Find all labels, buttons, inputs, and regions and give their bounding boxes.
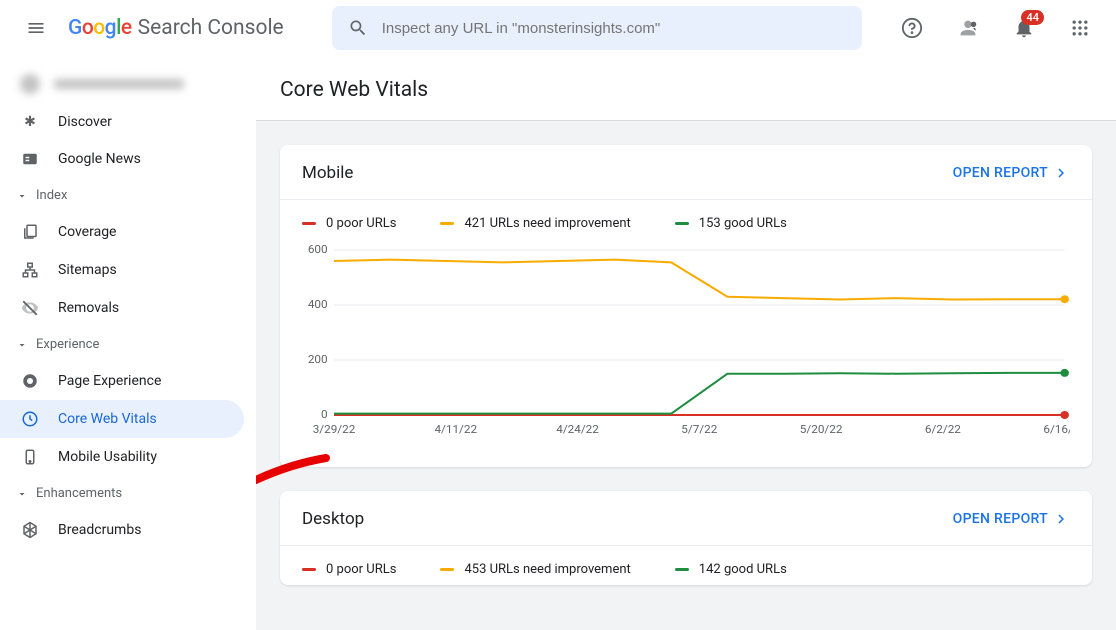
svg-text:5/20/22: 5/20/22	[800, 422, 843, 436]
mobile-chart: 0 200 400 600 3/29/22 4/11/22 4/24/22 5/7/22 5/2…	[280, 239, 1092, 467]
sidebar-label: Breadcrumbs	[58, 522, 141, 538]
page-title: Core Web Vitals	[256, 56, 1116, 121]
core-web-vitals-icon	[20, 410, 40, 428]
sidebar-item-page-experience[interactable]: Page Experience	[0, 362, 244, 400]
open-report-label: OPEN REPORT	[953, 511, 1048, 527]
mobile-card-title: Mobile	[302, 163, 353, 183]
legend-good: 153 good URLs	[675, 216, 787, 231]
sidebar-item-core-web-vitals[interactable]: Core Web Vitals	[0, 400, 244, 438]
section-label: Experience	[36, 337, 99, 352]
logo[interactable]: Google Search Console	[68, 16, 284, 40]
sidebar-item-sitemaps[interactable]: Sitemaps	[0, 251, 244, 289]
sidebar-item-breadcrumbs[interactable]: Breadcrumbs	[0, 511, 244, 549]
section-index[interactable]: Index	[0, 178, 256, 213]
mobile-legend: 0 poor URLs 421 URLs need improvement 15…	[280, 200, 1092, 239]
news-icon	[20, 150, 40, 168]
sidebar-item-google-news[interactable]: Google News	[0, 140, 244, 178]
svg-text:6/16/22: 6/16/22	[1043, 422, 1070, 436]
help-button[interactable]	[892, 8, 932, 48]
open-report-button[interactable]: OPEN REPORT	[953, 510, 1070, 528]
svg-text:400: 400	[308, 297, 328, 311]
svg-text:5/7/22: 5/7/22	[681, 422, 717, 436]
mobile-icon	[20, 448, 40, 466]
chevron-down-icon	[16, 488, 28, 500]
notification-badge: 44	[1021, 10, 1044, 25]
desktop-card: Desktop OPEN REPORT 0 poor URLs 453 URLs…	[280, 491, 1092, 585]
legend-poor: 0 poor URLs	[302, 216, 396, 231]
app-header: Google Search Console 44	[0, 0, 1116, 56]
sidebar-label: Discover	[58, 114, 112, 130]
sitemaps-icon	[20, 261, 40, 279]
discover-icon: ✱	[20, 114, 40, 130]
apps-button[interactable]	[1060, 8, 1100, 48]
chevron-down-icon	[16, 190, 28, 202]
coverage-icon	[20, 223, 40, 241]
sidebar-item-coverage[interactable]: Coverage	[0, 213, 244, 251]
search-bar[interactable]	[332, 6, 862, 50]
menu-button[interactable]	[16, 8, 56, 48]
main-content: Core Web Vitals Mobile OPEN REPORT 0 poo…	[256, 56, 1116, 630]
sidebar-label: Removals	[58, 300, 119, 316]
sidebar-label: Sitemaps	[58, 262, 117, 278]
chevron-down-icon	[16, 339, 28, 351]
section-label: Enhancements	[36, 486, 122, 501]
desktop-card-title: Desktop	[302, 509, 364, 529]
svg-text:3/29/22: 3/29/22	[313, 422, 356, 436]
svg-text:4/11/22: 4/11/22	[434, 422, 477, 436]
chevron-right-icon	[1052, 510, 1070, 528]
legend-need: 421 URLs need improvement	[440, 216, 630, 231]
svg-text:0: 0	[321, 407, 328, 421]
svg-text:6/2/22: 6/2/22	[925, 422, 961, 436]
sidebar-label: Page Experience	[58, 373, 161, 389]
search-icon	[348, 18, 368, 38]
breadcrumbs-icon	[20, 521, 40, 539]
removals-icon	[20, 299, 40, 317]
users-button[interactable]	[948, 8, 988, 48]
section-experience[interactable]: Experience	[0, 327, 256, 362]
sidebar-item-discover[interactable]: ✱ Discover	[0, 104, 244, 140]
product-name: Search Console	[138, 16, 284, 40]
sidebar-item-removals[interactable]: Removals	[0, 289, 244, 327]
section-enhancements[interactable]: Enhancements	[0, 476, 256, 511]
legend-poor: 0 poor URLs	[302, 562, 396, 577]
header-actions: 44	[892, 8, 1100, 48]
sidebar-label: Coverage	[58, 224, 116, 240]
notifications-button[interactable]: 44	[1004, 8, 1044, 48]
open-report-button[interactable]: OPEN REPORT	[953, 164, 1070, 182]
chevron-right-icon	[1052, 164, 1070, 182]
sidebar-label: Mobile Usability	[58, 449, 157, 465]
property-selector[interactable]	[0, 64, 256, 104]
mobile-card: Mobile OPEN REPORT 0 poor URLs 421 URLs …	[280, 145, 1092, 467]
page-experience-icon	[20, 372, 40, 390]
sidebar-label: Google News	[58, 151, 141, 167]
sidebar-label: Core Web Vitals	[58, 411, 157, 427]
svg-text:200: 200	[308, 352, 328, 366]
open-report-label: OPEN REPORT	[953, 165, 1048, 181]
legend-good: 142 good URLs	[675, 562, 787, 577]
search-input[interactable]	[382, 20, 846, 37]
section-label: Index	[36, 188, 67, 203]
svg-text:600: 600	[308, 245, 328, 256]
legend-need: 453 URLs need improvement	[440, 562, 630, 577]
sidebar: ✱ Discover Google News Index Coverage Si…	[0, 56, 256, 630]
sidebar-item-mobile-usability[interactable]: Mobile Usability	[0, 438, 244, 476]
desktop-legend: 0 poor URLs 453 URLs need improvement 14…	[280, 546, 1092, 585]
svg-text:4/24/22: 4/24/22	[556, 422, 599, 436]
